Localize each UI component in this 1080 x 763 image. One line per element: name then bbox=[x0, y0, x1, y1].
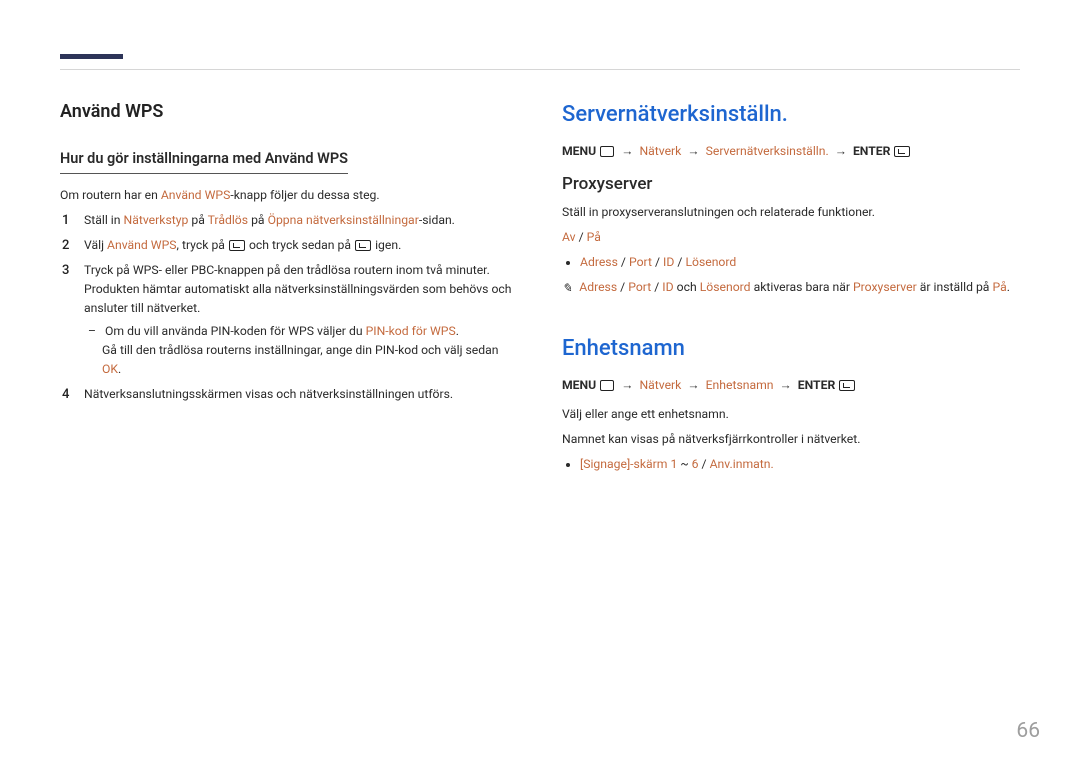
signage-list: [Signage]-skärm 1 ~ 6 / Anv.inmatn. bbox=[562, 455, 1020, 474]
step-1: Ställ in Nätverkstyp på Trådlös på Öppna… bbox=[60, 211, 518, 230]
enh-p1: Välj eller ange ett enhetsnamn. bbox=[562, 405, 1020, 424]
wps-intro: Om routern har en Använd WPS-knapp följe… bbox=[60, 186, 518, 205]
step3-ok: OK bbox=[102, 362, 118, 376]
proxy-fields: Adress / Port / ID / Lösenord bbox=[580, 253, 1020, 272]
right-column: Servernätverksinställn. MENU → Nätverk →… bbox=[562, 98, 1020, 478]
menu-icon bbox=[600, 146, 614, 157]
step2-b: , tryck på bbox=[177, 238, 228, 252]
step-3-dash: Om du vill använda PIN-koden för WPS väl… bbox=[102, 322, 518, 379]
bc-menu: MENU bbox=[562, 144, 596, 158]
bc-enh: Enhetsnamn bbox=[706, 378, 774, 392]
bc-menu: MENU bbox=[562, 378, 596, 392]
intro-pre: Om routern har en bbox=[60, 188, 161, 202]
sig-b: 6 bbox=[692, 457, 699, 471]
left-column: Använd WPS Hur du gör inställningarna me… bbox=[60, 98, 518, 478]
note-pa: På bbox=[992, 280, 1006, 294]
note-port: Port bbox=[628, 280, 651, 294]
proxy-desc: Ställ in proxyserveranslutningen och rel… bbox=[562, 203, 1020, 222]
sig-a: [Signage]-skärm 1 bbox=[580, 457, 677, 471]
step1-a: Ställ in bbox=[84, 213, 124, 227]
step2-a: Välj bbox=[84, 238, 107, 252]
arrow-icon: → bbox=[835, 144, 847, 158]
proxy-av: Av bbox=[562, 230, 576, 244]
proxy-port: Port bbox=[629, 255, 652, 269]
bc-enter: ENTER bbox=[853, 144, 891, 158]
intro-accent: Använd WPS bbox=[161, 188, 231, 202]
step2-aw: Använd WPS bbox=[107, 238, 177, 252]
bc-srv: Servernätverksinställn. bbox=[706, 144, 829, 158]
section-divider bbox=[60, 54, 123, 59]
note-adress: Adress bbox=[579, 280, 617, 294]
step-2: Välj Använd WPS, tryck på och tryck seda… bbox=[60, 236, 518, 255]
arrow-icon: → bbox=[687, 144, 699, 158]
step2-d: igen. bbox=[372, 238, 401, 252]
enh-heading: Enhetsnamn bbox=[562, 332, 1020, 366]
arrow-icon: → bbox=[621, 144, 633, 158]
step1-nt: Nätverkstyp bbox=[124, 213, 189, 227]
step3-a: Tryck på WPS- eller PBC-knappen på den t… bbox=[84, 263, 512, 315]
step3-pin: PIN-kod för WPS bbox=[366, 324, 456, 338]
sig-mid: ~ bbox=[677, 457, 691, 471]
note-id: ID bbox=[662, 280, 673, 294]
step3-dash-b: . bbox=[456, 324, 459, 338]
proxy-id: ID bbox=[663, 255, 674, 269]
enter-icon bbox=[894, 146, 910, 157]
intro-post: -knapp följer du dessa steg. bbox=[230, 188, 379, 202]
proxy-av-pa: Av / På bbox=[562, 228, 1020, 247]
proxy-heading: Proxyserver bbox=[562, 171, 1020, 197]
note-losen: Lösenord bbox=[700, 280, 751, 294]
step2-c: och tryck sedan på bbox=[246, 238, 354, 252]
enh-p2: Namnet kan visas på nätverksfjärrkontrol… bbox=[562, 430, 1020, 449]
page-number: 66 bbox=[1016, 719, 1040, 743]
step1-c: på bbox=[248, 213, 268, 227]
bc-enter: ENTER bbox=[798, 378, 836, 392]
step3-dash-a: Om du vill använda PIN-koden för WPS väl… bbox=[105, 324, 366, 338]
bc-natverk: Nätverk bbox=[639, 144, 681, 158]
step4-text: Nätverksanslutningsskärmen visas och nät… bbox=[84, 387, 453, 401]
horizontal-rule bbox=[60, 69, 1020, 70]
proxy-note: ✎ Adress / Port / ID och Lösenord aktive… bbox=[562, 278, 1020, 298]
note-proxy: Proxyserver bbox=[853, 280, 917, 294]
bc-natverk: Nätverk bbox=[639, 378, 681, 392]
step-3-sublist: Om du vill använda PIN-koden för WPS väl… bbox=[84, 322, 518, 379]
proxy-pa: På bbox=[587, 230, 601, 244]
arrow-icon: → bbox=[687, 378, 699, 392]
proxy-adress: Adress bbox=[580, 255, 618, 269]
note-d: . bbox=[1007, 280, 1010, 294]
wps-subheading: Hur du gör inställningarna med Använd WP… bbox=[60, 148, 348, 174]
step-3: Tryck på WPS- eller PBC-knappen på den t… bbox=[60, 261, 518, 378]
menu-icon bbox=[600, 380, 614, 391]
step1-d: -sidan. bbox=[419, 213, 455, 227]
wps-heading: Använd WPS bbox=[60, 98, 518, 126]
enter-icon bbox=[839, 380, 855, 391]
step-4: Nätverksanslutningsskärmen visas och nät… bbox=[60, 385, 518, 404]
step3-goto-a: Gå till den trådlösa routerns inställnin… bbox=[102, 343, 499, 357]
wps-steps: Ställ in Nätverkstyp på Trådlös på Öppna… bbox=[60, 211, 518, 403]
enter-icon bbox=[355, 240, 371, 251]
srv-breadcrumb: MENU → Nätverk → Servernätverksinställn.… bbox=[562, 142, 1020, 161]
enh-breadcrumb: MENU → Nätverk → Enhetsnamn → ENTER bbox=[562, 376, 1020, 395]
signage-item: [Signage]-skärm 1 ~ 6 / Anv.inmatn. bbox=[580, 455, 1020, 474]
note-c: är inställd på bbox=[917, 280, 993, 294]
step1-op: Öppna nätverksinställningar bbox=[268, 213, 419, 227]
note-icon: ✎ bbox=[562, 279, 572, 298]
sig-c: Anv.inmatn. bbox=[710, 457, 774, 471]
step1-b: på bbox=[188, 213, 207, 227]
arrow-icon: → bbox=[621, 378, 633, 392]
enter-icon bbox=[229, 240, 245, 251]
note-a: och bbox=[674, 280, 700, 294]
note-b: aktiveras bara när bbox=[751, 280, 853, 294]
step1-tr: Trådlös bbox=[208, 213, 248, 227]
step3-goto-b: . bbox=[118, 362, 121, 376]
proxy-losen: Lösenord bbox=[685, 255, 736, 269]
sig-sep: / bbox=[699, 457, 710, 471]
proxy-list: Adress / Port / ID / Lösenord bbox=[562, 253, 1020, 272]
srv-heading: Servernätverksinställn. bbox=[562, 98, 1020, 132]
arrow-icon: → bbox=[780, 378, 792, 392]
